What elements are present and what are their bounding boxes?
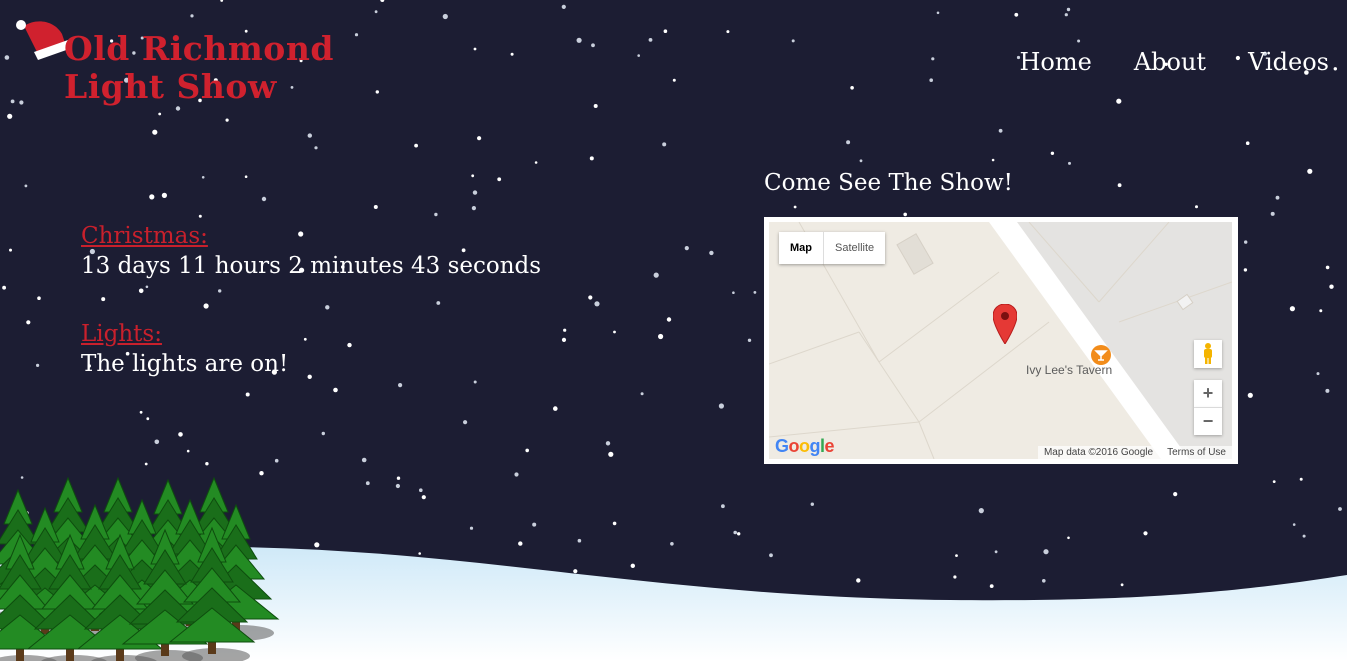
map-attribution: Map data ©2016 Google Terms of Use <box>1037 446 1232 459</box>
nav-videos[interactable]: Videos <box>1248 48 1329 76</box>
main-nav: Home About Videos <box>1019 48 1329 76</box>
google-letter: g <box>809 436 821 456</box>
pegman-icon[interactable] <box>1194 340 1222 368</box>
countdown-section: Christmas: 13 days 11 hours 2 minutes 43… <box>81 222 541 418</box>
google-map[interactable]: Map Satellite Ivy Lee's Tavern + − Googl… <box>769 222 1232 459</box>
terms-of-use-link[interactable]: Terms of Use <box>1167 447 1226 458</box>
map-pin-icon[interactable] <box>993 304 1017 344</box>
christmas-countdown: 13 days 11 hours 2 minutes 43 seconds <box>81 253 542 279</box>
map-data-attribution: Map data ©2016 Google <box>1043 447 1154 458</box>
zoom-out-button[interactable]: − <box>1194 408 1222 435</box>
map-type-satellite-button[interactable]: Satellite <box>824 232 885 264</box>
map-heading: Come See The Show! <box>764 170 1013 196</box>
logo-line-1: Old Richmond <box>64 29 334 68</box>
map-type-toggle: Map Satellite <box>779 232 886 264</box>
christmas-label: Christmas: <box>81 223 208 249</box>
nav-home[interactable]: Home <box>1019 48 1091 76</box>
google-letter: o <box>788 436 800 456</box>
map-frame: Map Satellite Ivy Lee's Tavern + − Googl… <box>764 217 1238 464</box>
lights-label: Lights: <box>81 321 162 347</box>
google-letter: G <box>775 436 789 456</box>
google-letter: o <box>799 436 810 456</box>
map-type-map-button[interactable]: Map <box>779 232 824 264</box>
google-letter: e <box>824 436 835 456</box>
place-label[interactable]: Ivy Lee's Tavern <box>1026 363 1112 377</box>
google-logo[interactable]: Google <box>775 436 835 457</box>
logo-line-2: Light Show <box>64 67 277 106</box>
site-logo[interactable]: Old Richmond Light Show <box>14 16 334 116</box>
nav-about[interactable]: About <box>1134 48 1206 76</box>
zoom-in-button[interactable]: + <box>1194 380 1222 408</box>
pine-trees <box>0 476 280 661</box>
lights-status: The lights are on! <box>81 351 289 377</box>
